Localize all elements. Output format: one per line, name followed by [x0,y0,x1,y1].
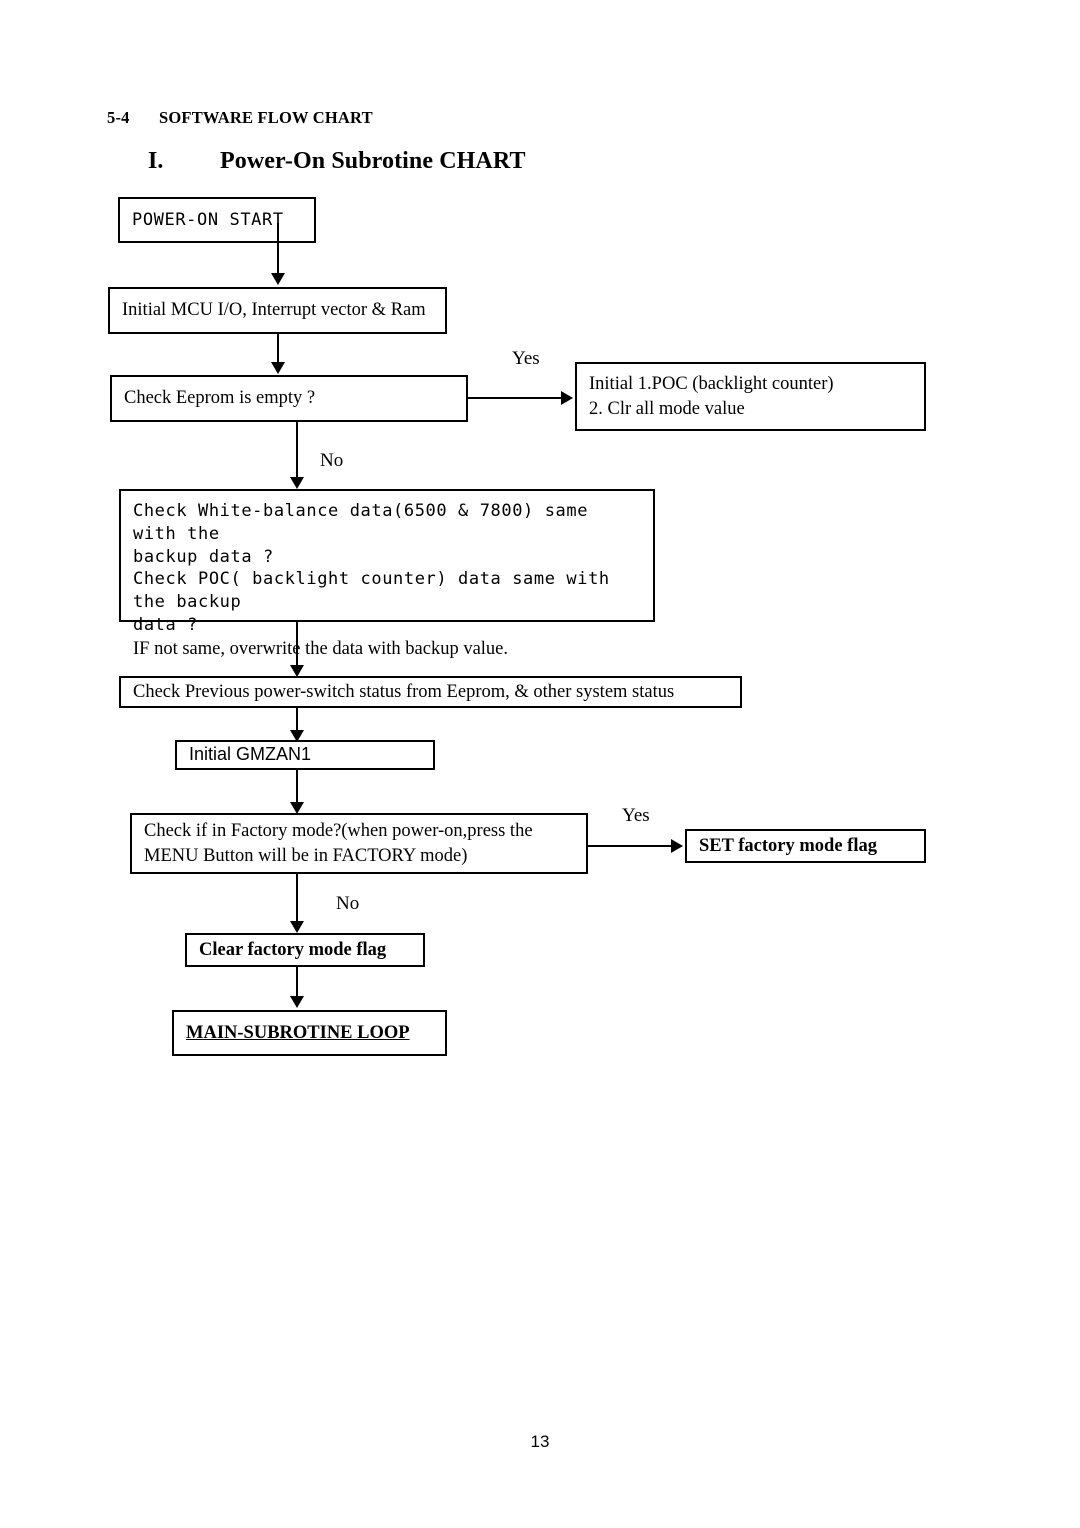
arrowhead-clear-factory-mode-flag [290,921,304,933]
flow-node-init-poc-text: Initial 1.POC (backlight counter) 2. Clr… [577,372,924,420]
flow-node-power-on-start-label: POWER-ON START [132,209,284,230]
flow-node-set-factory-mode-flag: SET factory mode flag [685,829,926,863]
arrowhead-init-mcu [271,273,285,285]
section-title: SOFTWARE FLOW CHART [159,108,373,127]
flow-node-check-wb-line5: IF not same, overwrite the data with bac… [133,638,509,659]
edge-label-eeprom-no: No [320,450,344,471]
flow-node-check-factory-line2: MENU Button will be in FACTORY mode) [144,845,468,866]
flow-node-main-subrotine-loop: MAIN-SUBROTINE LOOP [172,1010,447,1056]
flow-node-check-factory-line1: Check if in Factory mode?(when power-on,… [144,821,533,842]
arrowhead-check-eeprom [271,362,285,374]
arrowhead-init-gmzan1 [290,730,304,742]
edge-label-eeprom-yes: Yes [512,348,540,369]
flow-node-check-factory-mode: Check if in Factory mode?(when power-on,… [130,813,588,874]
connector-init-gmzan1-to-check-factory [296,770,298,806]
arrowhead-check-factory-mode [290,802,304,814]
flow-node-check-wb-line2: backup data ? [133,546,274,567]
flow-node-init-poc-line2: 2. Clr all mode value [589,398,745,419]
edge-label-factory-yes: Yes [622,805,650,826]
connector-wb-to-check-previous [296,622,298,668]
flow-node-main-subrotine-loop-label: MAIN-SUBROTINE LOOP [186,1022,410,1043]
arrowhead-set-factory-mode-flag [671,839,683,853]
connector-clear-flag-to-main-loop [296,967,298,999]
connector-init-mcu-to-check-eeprom [277,334,279,364]
flow-node-init-gmzan1: Initial GMZAN1 [175,740,435,770]
flow-node-check-previous-label: Check Previous power-switch status from … [133,681,675,702]
flow-node-check-factory-mode-text: Check if in Factory mode?(when power-on,… [132,819,586,867]
flow-node-init-poc-line1: Initial 1.POC (backlight counter) [589,374,834,395]
flow-node-init-poc: Initial 1.POC (backlight counter) 2. Clr… [575,362,926,431]
connector-eeprom-yes [468,397,563,399]
flow-node-init-mcu-label: Initial MCU I/O, Interrupt vector & Ram [122,300,426,321]
flow-node-clear-factory-mode-flag: Clear factory mode flag [185,933,425,967]
flow-node-power-on-start: POWER-ON START [118,197,316,243]
section-number: 5-4 [107,108,130,127]
connector-factory-no [296,874,298,924]
flow-node-init-gmzan1-label: Initial GMZAN1 [189,744,312,765]
flow-node-check-wb-line4: data ? [133,614,199,635]
flow-node-check-previous-power-switch: Check Previous power-switch status from … [119,676,742,708]
flow-node-set-factory-mode-flag-label: SET factory mode flag [699,835,877,856]
arrowhead-main-subrotine-loop [290,996,304,1008]
edge-label-factory-no: No [336,893,360,914]
flow-node-check-wb-line1: Check White-balance data(6500 & 7800) sa… [133,501,589,544]
arrowhead-check-white-balance [290,477,304,489]
flow-node-init-mcu: Initial MCU I/O, Interrupt vector & Ram [108,287,447,334]
page-title: Power-On Subrotine CHART [220,148,526,174]
flow-node-clear-factory-mode-flag-label: Clear factory mode flag [199,939,387,960]
flow-node-check-eeprom-label: Check Eeprom is empty ? [124,388,316,409]
connector-power-on-to-init-mcu [277,223,279,275]
flow-node-check-white-balance: Check White-balance data(6500 & 7800) sa… [119,489,655,659]
chart-number: I. [148,148,164,174]
connector-eeprom-no [296,422,298,479]
flow-node-check-eeprom: Check Eeprom is empty ? [110,375,468,422]
flow-node-check-white-balance-text: Check White-balance data(6500 & 7800) sa… [121,491,653,661]
document-page: 5-4 SOFTWARE FLOW CHART I. Power-On Subr… [0,0,1080,1528]
arrowhead-init-poc [561,391,573,405]
arrowhead-check-previous [290,665,304,677]
page-number: 13 [530,1432,550,1451]
flow-node-check-wb-line3: Check POC( backlight counter) data same … [133,569,610,613]
connector-factory-yes [588,845,673,847]
